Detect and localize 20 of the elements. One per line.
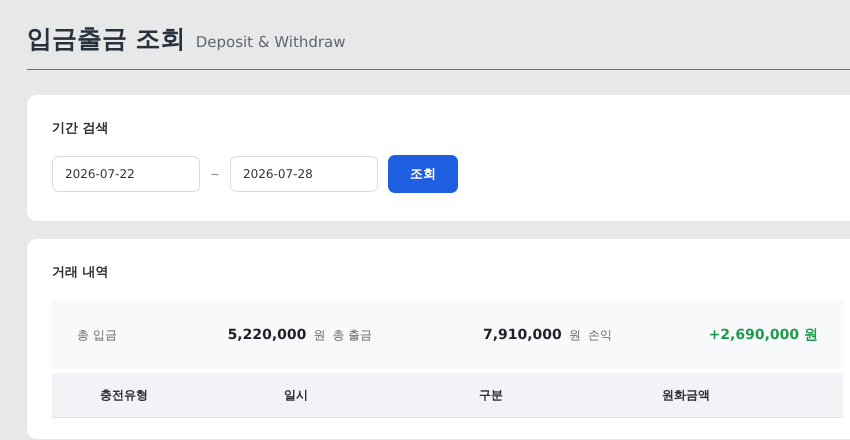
end-date-field[interactable]: 2026-07-28: [230, 156, 378, 192]
page-title: 입금출금 조회: [27, 23, 186, 55]
summary-label: 손익: [588, 326, 612, 344]
column-header: 구분: [478, 386, 504, 404]
date-separator: ~: [209, 168, 221, 180]
currency-unit: 원: [568, 326, 581, 344]
summary-amount: 7,910,000: [482, 327, 562, 343]
start-date-field[interactable]: 2026-07-22: [52, 156, 200, 192]
column-header: 충전유형: [99, 386, 149, 404]
summary-label: 총 입금: [77, 326, 117, 344]
currency-unit: 원: [313, 326, 326, 344]
column-header: 일시: [283, 386, 309, 404]
page-subtitle: Deposit & Withdraw: [196, 33, 346, 51]
profit-amount: +2,690,000 원: [708, 326, 818, 344]
section-heading: 기간 검색: [52, 120, 110, 137]
section-heading: 거래 내역: [52, 264, 110, 281]
summary-label: 총 출금: [332, 326, 372, 344]
summary-amount: 5,220,000: [228, 327, 306, 343]
column-header: 원화금액: [661, 386, 711, 404]
search-button[interactable]: 조회: [388, 155, 458, 193]
